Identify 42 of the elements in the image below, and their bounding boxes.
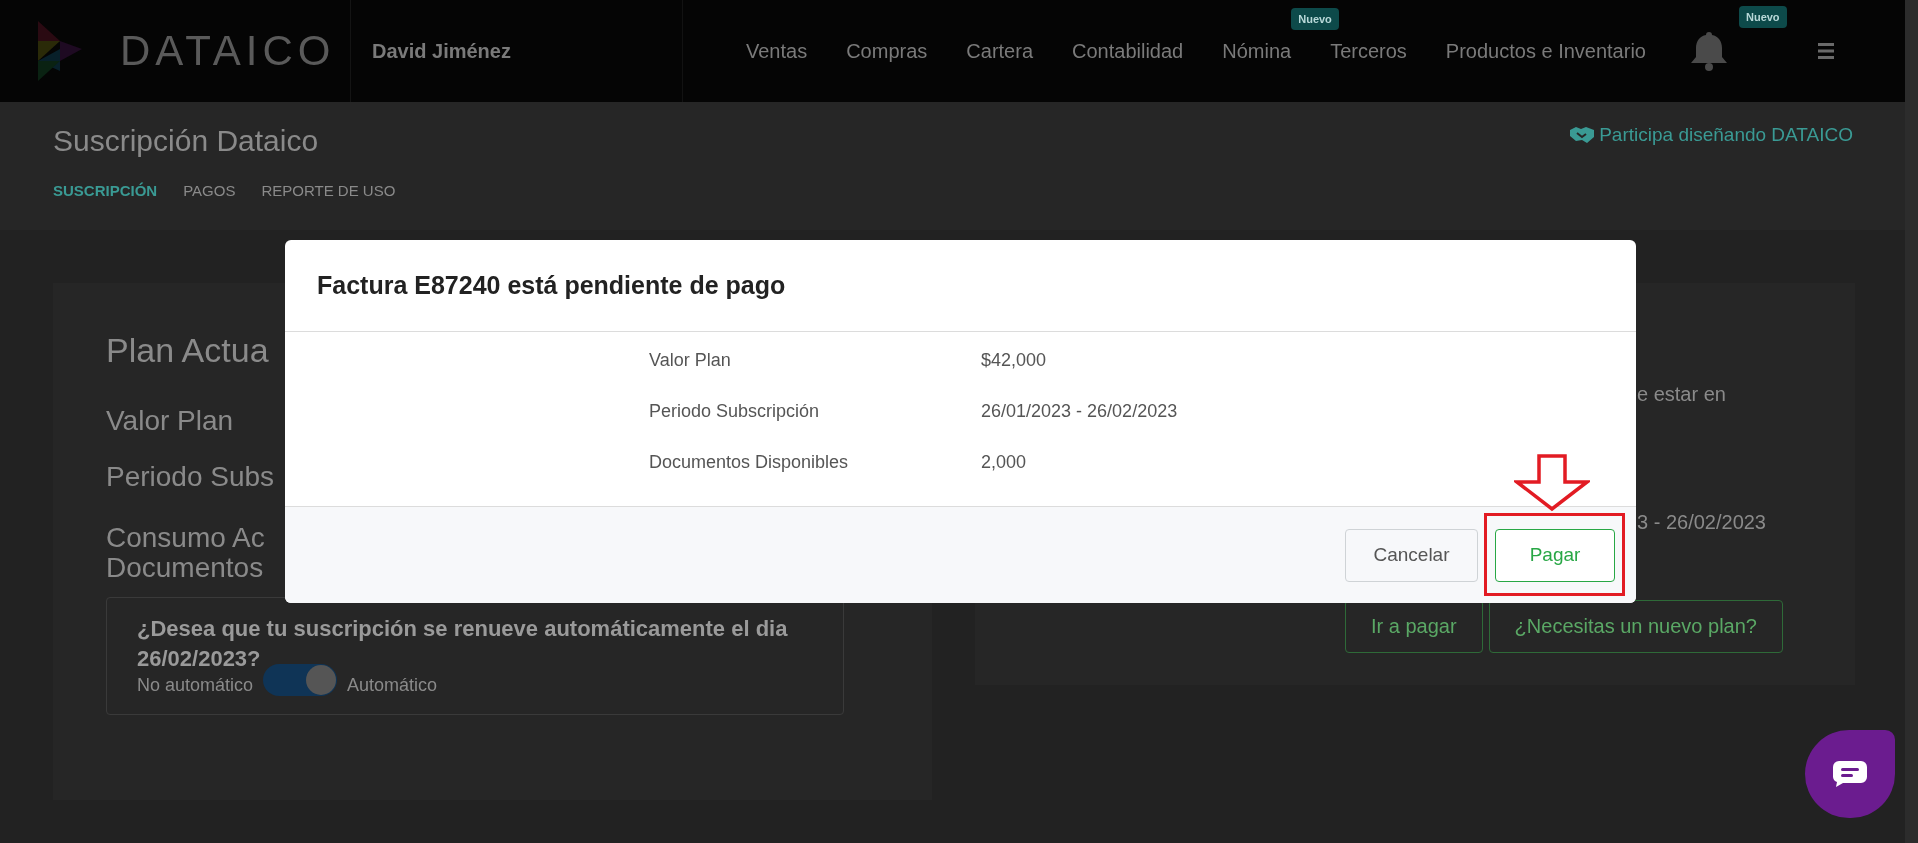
cancel-button[interactable]: Cancelar bbox=[1345, 528, 1478, 582]
logo-text: DATAICO bbox=[120, 27, 336, 75]
scrollbar[interactable] bbox=[1905, 0, 1918, 843]
bell-icon[interactable] bbox=[1688, 30, 1729, 72]
field-label: Documentos Disponibles bbox=[649, 452, 849, 473]
field-label: Periodo Subscripción bbox=[649, 401, 820, 422]
new-badge: Nuevo bbox=[1738, 6, 1787, 28]
nav-link[interactable]: Nómina bbox=[1222, 39, 1292, 62]
page-title: Suscripción Dataico bbox=[53, 124, 319, 158]
card-text: e estar en bbox=[1637, 383, 1726, 406]
field-value: 26/01/2023 - 26/02/2023 bbox=[981, 401, 1178, 422]
handshake-icon bbox=[1569, 126, 1596, 144]
toggle-label: Automático bbox=[347, 674, 438, 696]
toggle-switch[interactable] bbox=[263, 664, 338, 696]
nav-link[interactable]: Ventas bbox=[746, 39, 808, 62]
participate-link[interactable]: Participa diseñando DATAICO bbox=[1569, 124, 1853, 146]
field-label: Valor Plan bbox=[649, 350, 731, 371]
field-label: Valor Plan bbox=[106, 405, 234, 437]
nav-link[interactable]: Contabilidad bbox=[1072, 39, 1184, 62]
down-arrow-icon bbox=[1514, 454, 1590, 512]
modal-title: Factura E87240 está pendiente de pago bbox=[317, 271, 786, 300]
renewal-question: ¿Desea que tu suscripción se renueve automáticamente el dia 26/02/2023? bbox=[137, 615, 789, 673]
pay-button[interactable]: Pagar bbox=[1495, 528, 1615, 582]
logo-icon bbox=[38, 21, 82, 81]
card-title: Plan Actua bbox=[106, 331, 269, 371]
field-label: Consumo Ac bbox=[106, 523, 265, 553]
field-label: Documentos bbox=[106, 553, 264, 583]
field-value: $42,000 bbox=[981, 350, 1047, 371]
tab[interactable]: PAGOS bbox=[183, 182, 236, 199]
toggle-label: No automático bbox=[137, 674, 254, 696]
nav-link[interactable]: Terceros bbox=[1330, 39, 1407, 62]
card-text: 3 - 26/02/2023 bbox=[1637, 511, 1766, 534]
chat-icon bbox=[1833, 761, 1867, 787]
tab[interactable]: REPORTE DE USO bbox=[261, 182, 396, 199]
field-label: Periodo Subs bbox=[106, 461, 275, 493]
menu-icon[interactable] bbox=[1817, 43, 1834, 59]
nav-link[interactable]: Compras bbox=[846, 39, 928, 62]
field-value: 2,000 bbox=[981, 452, 1027, 473]
nav-link[interactable]: Cartera bbox=[966, 39, 1033, 62]
new-badge: Nuevo bbox=[1291, 7, 1339, 30]
tab[interactable]: SUSCRIPCIÓN bbox=[53, 182, 158, 199]
nav-link[interactable]: Productos e Inventario bbox=[1445, 39, 1646, 62]
